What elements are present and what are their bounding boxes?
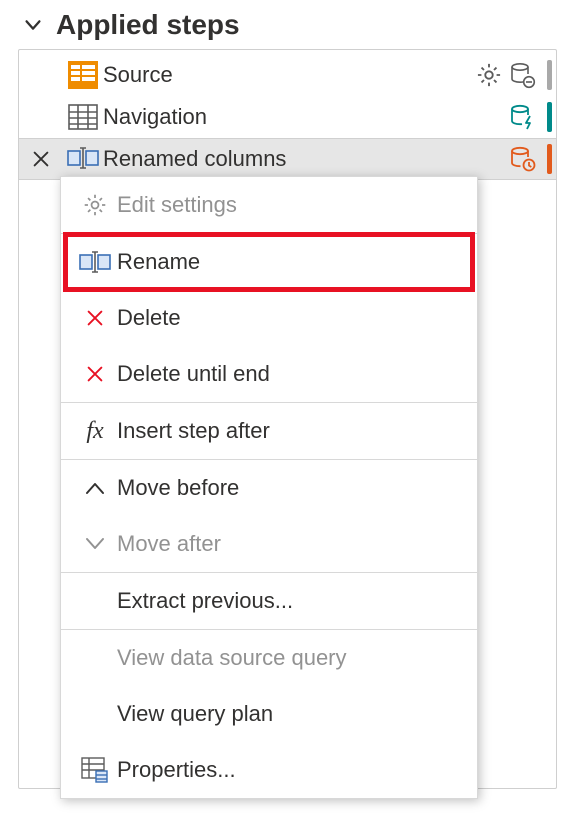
menu-label: Properties... — [117, 759, 465, 781]
menu-move-after: Move after — [61, 516, 477, 572]
chevron-down-icon — [18, 14, 48, 36]
menu-move-before[interactable]: Move before — [61, 460, 477, 516]
applied-steps-title: Applied steps — [56, 10, 240, 41]
step-label: Renamed columns — [103, 146, 507, 172]
step-context-menu: Edit settings Rename Delete Dele — [60, 176, 478, 799]
rename-columns-icon — [63, 146, 103, 172]
status-bar-orange — [547, 144, 552, 174]
database-clock-icon[interactable] — [507, 144, 537, 174]
x-icon — [73, 307, 117, 329]
menu-label: Insert step after — [117, 420, 465, 442]
rename-icon — [73, 250, 117, 274]
gear-icon — [73, 192, 117, 218]
menu-insert-step-after[interactable]: fx Insert step after — [61, 403, 477, 459]
menu-edit-settings: Edit settings — [61, 177, 477, 233]
menu-label: Extract previous... — [117, 590, 465, 612]
step-row-source[interactable]: Source — [19, 54, 556, 96]
menu-label: Move before — [117, 477, 465, 499]
menu-label: Delete — [117, 307, 465, 329]
menu-extract-previous[interactable]: Extract previous... — [61, 573, 477, 629]
applied-steps-header[interactable]: Applied steps — [18, 10, 557, 41]
menu-label: Move after — [117, 533, 465, 555]
step-row-renamed-columns[interactable]: Renamed columns — [19, 138, 556, 180]
menu-label: Rename — [117, 251, 465, 273]
menu-label: View query plan — [117, 703, 465, 725]
table-icon — [63, 104, 103, 130]
source-table-icon — [63, 61, 103, 89]
menu-delete-until-end[interactable]: Delete until end — [61, 346, 477, 402]
x-icon — [73, 363, 117, 385]
menu-properties[interactable]: Properties... — [61, 742, 477, 798]
fx-icon: fx — [73, 419, 117, 443]
chevron-up-icon — [73, 479, 117, 497]
status-bar-gray — [547, 60, 552, 90]
database-power-icon[interactable] — [507, 102, 537, 132]
status-bar-teal — [547, 102, 552, 132]
menu-label: Delete until end — [117, 363, 465, 385]
database-minus-icon[interactable] — [507, 60, 537, 90]
gear-icon[interactable] — [475, 61, 503, 89]
menu-view-data-source-query: View data source query — [61, 630, 477, 686]
menu-delete[interactable]: Delete — [61, 290, 477, 346]
properties-table-icon — [73, 757, 117, 783]
chevron-down-icon — [73, 535, 117, 553]
menu-view-query-plan[interactable]: View query plan — [61, 686, 477, 742]
menu-label: View data source query — [117, 647, 465, 669]
menu-rename[interactable]: Rename — [61, 234, 477, 290]
menu-label: Edit settings — [117, 194, 465, 216]
step-row-navigation[interactable]: Navigation — [19, 96, 556, 138]
step-label: Navigation — [103, 104, 507, 130]
delete-step-icon[interactable] — [30, 148, 52, 170]
step-label: Source — [103, 62, 475, 88]
